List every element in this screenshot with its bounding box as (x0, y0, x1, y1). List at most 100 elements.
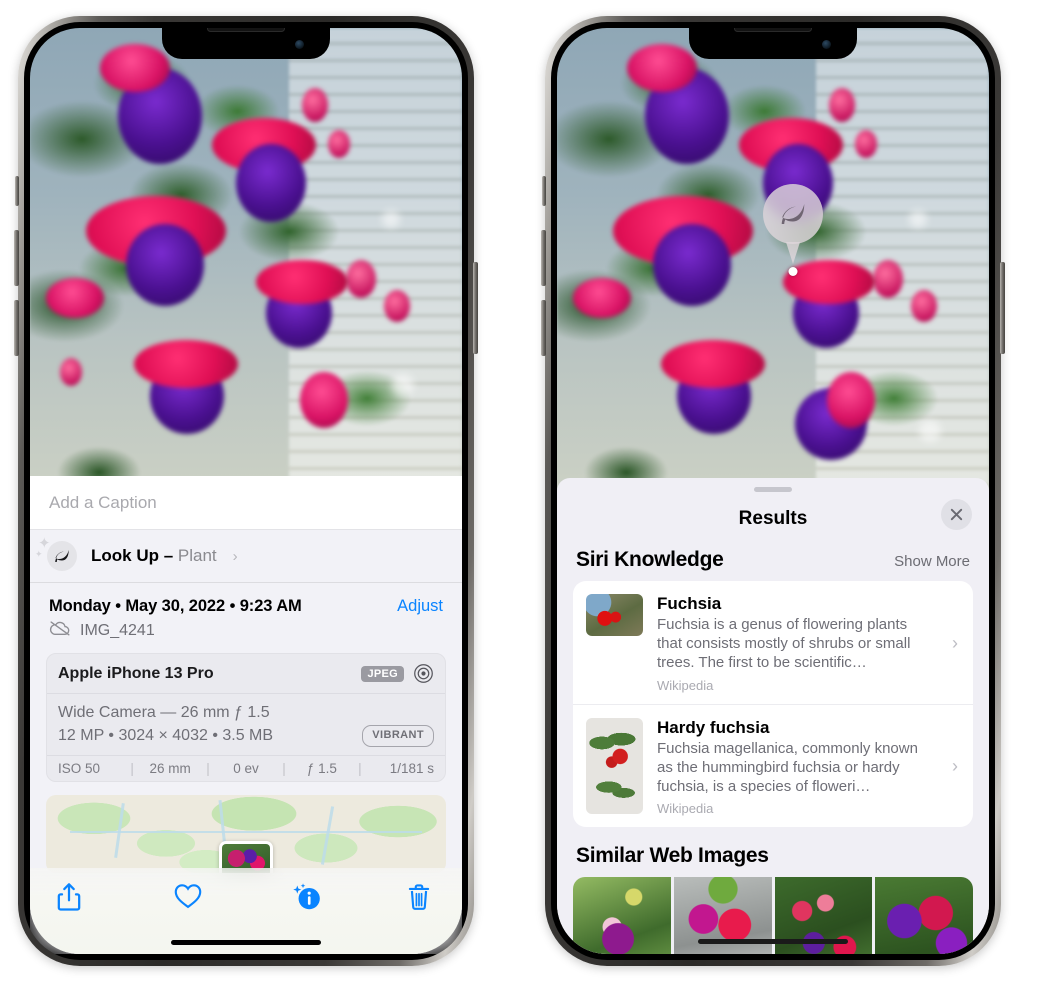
result-thumbnail (586, 594, 643, 636)
device-notch-left (162, 28, 330, 59)
aperture-icon (413, 663, 434, 684)
web-image-thumbnail[interactable] (875, 877, 973, 954)
caption-input[interactable]: Add a Caption (49, 493, 157, 513)
date-row: Monday • May 30, 2022 • 9:23 AM Adjust (30, 583, 462, 620)
leaf-icon[interactable] (763, 184, 823, 244)
visual-lookup-results-sheet: Results Siri Knowledge Show More Fuchsia… (557, 478, 989, 954)
sheet-title: Results (738, 508, 808, 529)
web-image-thumbnail[interactable] (573, 877, 671, 954)
look-up-prefix: Look Up – (91, 546, 178, 565)
exif-stat-iso: ISO 50 (58, 761, 101, 777)
map-road (70, 831, 422, 834)
result-thumbnail (586, 717, 643, 814)
result-body: Fuchsia Fuchsia is a genus of flowering … (657, 594, 936, 693)
lens-info: Wide Camera — 26 mm ƒ 1.5 (58, 704, 270, 721)
photo-flower (573, 278, 631, 318)
look-up-row[interactable]: ✦ ✦ Look Up – Plant › (30, 530, 462, 583)
section-title: Siri Knowledge (576, 548, 724, 571)
result-description: Fuchsia magellanica, commonly known as t… (657, 739, 918, 795)
screen-right: Results Siri Knowledge Show More Fuchsia… (557, 28, 989, 954)
photo-bokeh (919, 420, 941, 442)
photo-flower (661, 340, 765, 388)
power-button[interactable] (473, 262, 478, 354)
exif-body: Wide Camera — 26 mm ƒ 1.5 12 MP • 3024 ×… (47, 694, 445, 755)
exif-stat-shutter: 1/181 s (389, 761, 435, 777)
exif-stat-aperture: ƒ 1.5 (306, 761, 337, 777)
iphone-device-left: Add a Caption ✦ ✦ Look Up – Plant › Mond… (14, 16, 478, 966)
visual-lookup-pin[interactable] (763, 184, 823, 276)
volume-down-button[interactable] (541, 300, 546, 356)
size-info: 12 MP • 3024 × 4032 • 3.5 MB (58, 727, 274, 745)
show-more-button[interactable]: Show More (894, 553, 970, 570)
volume-up-button[interactable] (14, 230, 19, 286)
siri-knowledge-header: Siri Knowledge Show More (557, 546, 989, 581)
home-indicator[interactable] (171, 940, 321, 945)
result-body: Hardy fuchsia Fuchsia magellanica, commo… (657, 718, 936, 817)
siri-knowledge-card: Fuchsia Fuchsia is a genus of flowering … (573, 581, 973, 828)
mute-switch[interactable] (542, 176, 546, 206)
photo-detail-ui: Add a Caption ✦ ✦ Look Up – Plant › Mond… (30, 28, 462, 954)
photo-flower (653, 224, 731, 306)
camera-model: Apple iPhone 13 Pro (58, 664, 214, 682)
chevron-right-icon: › (232, 547, 238, 565)
sparkle-icon: ✦ (35, 549, 43, 559)
earpiece-speaker (734, 28, 812, 32)
photo-flower-bud (911, 290, 937, 322)
front-camera-icon (822, 40, 831, 49)
list-item[interactable]: Hardy fuchsia Fuchsia magellanica, commo… (573, 703, 973, 828)
screenshot-canvas: Add a Caption ✦ ✦ Look Up – Plant › Mond… (0, 0, 1055, 985)
photo-flower-bud (873, 260, 903, 298)
earpiece-speaker (207, 28, 285, 32)
photo-bokeh (909, 210, 927, 228)
exif-stats-row: ISO 50 | 26 mm | 0 ev | ƒ 1.5 | 1/181 s (47, 755, 445, 781)
cloud-slash-icon (49, 620, 71, 641)
location-map-card[interactable] (46, 795, 446, 874)
size-info-row: 12 MP • 3024 × 4032 • 3.5 MB VIBRANT (58, 724, 434, 747)
home-indicator[interactable] (698, 939, 848, 944)
photo-flower-bud (855, 130, 877, 158)
photo-filename: IMG_4241 (80, 621, 155, 639)
volume-up-button[interactable] (541, 230, 546, 286)
section-title: Similar Web Images (576, 844, 769, 868)
photo-flower (783, 260, 875, 304)
photo-flower (627, 44, 697, 92)
result-title: Hardy fuchsia (657, 717, 770, 737)
heart-icon[interactable] (173, 882, 203, 914)
list-item[interactable]: Fuchsia Fuchsia is a genus of flowering … (573, 581, 973, 704)
look-up-subject: Plant (177, 546, 217, 565)
info-sparkle-icon[interactable] (289, 882, 321, 914)
map-road (320, 806, 335, 866)
adjust-button[interactable]: Adjust (397, 597, 443, 616)
mute-switch[interactable] (15, 176, 19, 206)
pin-anchor-dot (788, 267, 798, 276)
front-camera-icon (295, 40, 304, 49)
close-icon[interactable] (941, 499, 972, 530)
trash-icon[interactable] (406, 882, 436, 914)
file-row: IMG_4241 (30, 620, 462, 653)
result-source: Wikipedia (657, 801, 714, 817)
device-bezel-left: Add a Caption ✦ ✦ Look Up – Plant › Mond… (24, 22, 468, 960)
power-button[interactable] (1000, 262, 1005, 354)
share-icon[interactable] (56, 882, 86, 914)
chevron-right-icon: › (952, 632, 958, 653)
exif-card[interactable]: Apple iPhone 13 Pro JPEG Wide Camera — 2… (46, 653, 446, 783)
exif-header: Apple iPhone 13 Pro JPEG (47, 654, 445, 694)
look-up-label: Look Up – Plant (91, 546, 217, 566)
result-title: Fuchsia (657, 594, 722, 613)
volume-down-button[interactable] (14, 300, 19, 356)
screen-left: Add a Caption ✦ ✦ Look Up – Plant › Mond… (30, 28, 462, 954)
exif-stat-ev: 0 ev (233, 761, 259, 777)
photo-date: Monday • May 30, 2022 • 9:23 AM (49, 597, 302, 615)
similar-web-images-header: Similar Web Images (557, 827, 989, 877)
format-badge: JPEG (361, 665, 404, 682)
photo-flower-bud (829, 88, 855, 122)
caption-row[interactable]: Add a Caption (30, 476, 462, 530)
photo-flower (827, 372, 875, 428)
leaf-icon: ✦ ✦ (35, 536, 77, 571)
result-description: Fuchsia is a genus of flowering plants t… (657, 616, 911, 672)
pin-tail (786, 242, 800, 264)
device-bezel-right: Results Siri Knowledge Show More Fuchsia… (551, 22, 995, 960)
results-header: Results (557, 492, 989, 546)
chevron-right-icon: › (952, 756, 958, 777)
quality-badge: VIBRANT (362, 724, 434, 747)
